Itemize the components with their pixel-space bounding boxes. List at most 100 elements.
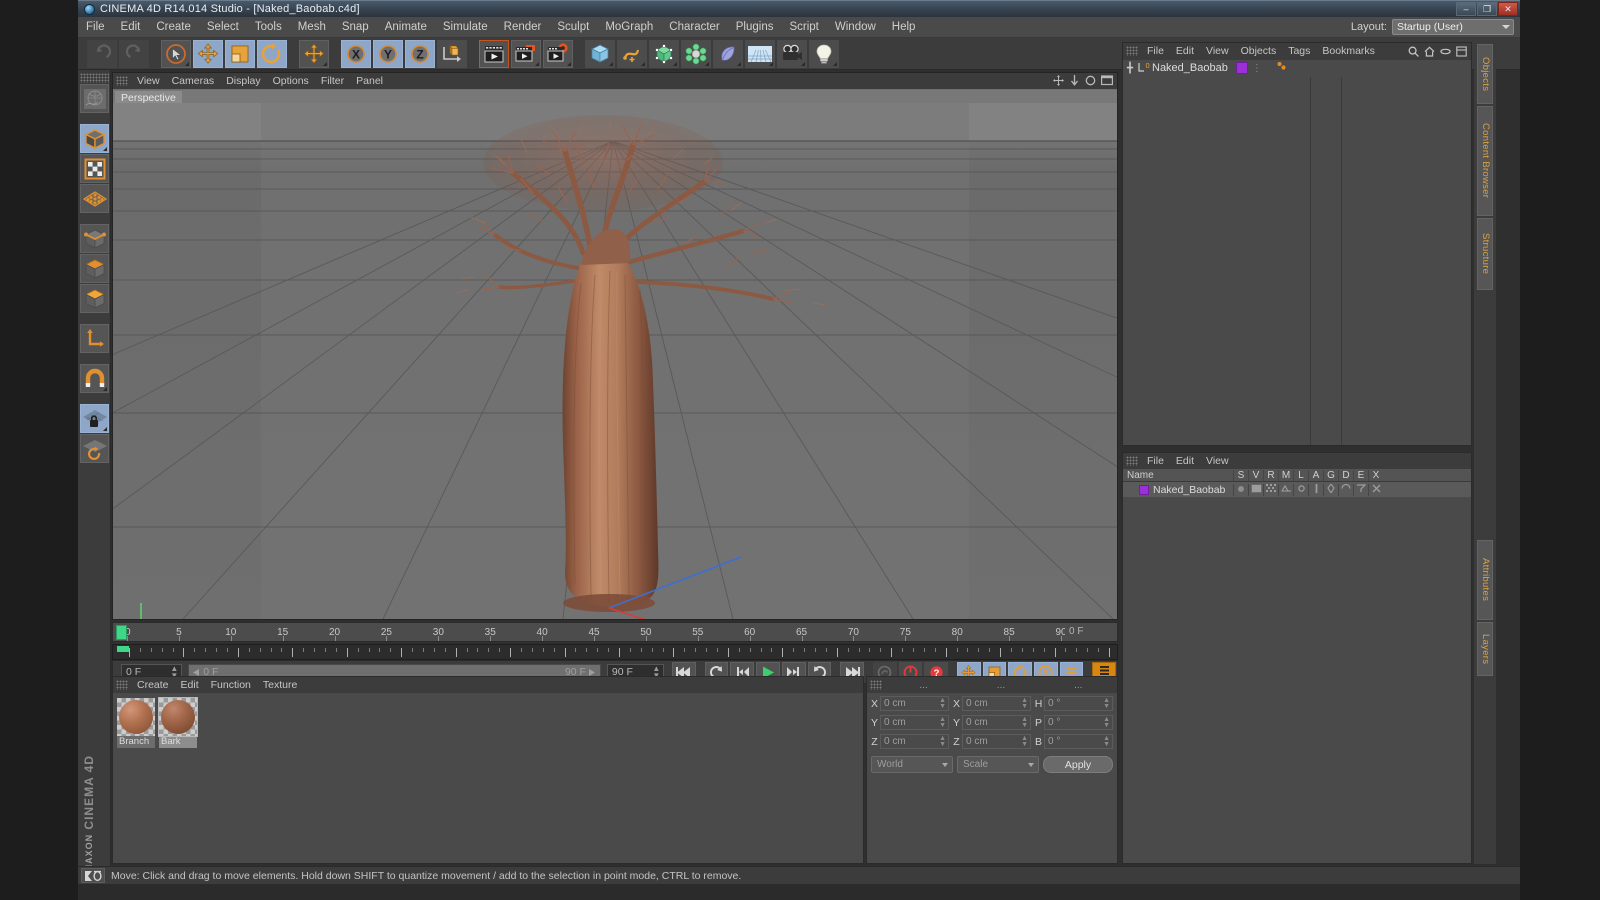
object-menu-file[interactable]: File [1141, 44, 1170, 58]
material-manager-grip[interactable] [116, 680, 128, 690]
make-editable-button[interactable] [80, 84, 109, 113]
material-menu-texture[interactable]: Texture [257, 678, 303, 692]
workplane-rotate-button[interactable] [80, 434, 109, 463]
spinner-icon[interactable]: ▲▼ [1021, 735, 1028, 748]
coordinate-mode-select[interactable]: Scale [957, 756, 1039, 773]
close-button[interactable]: ✕ [1498, 2, 1518, 16]
size-y-input[interactable]: 0 cm ▲ ▼ [962, 715, 1031, 730]
add-camera-button[interactable] [777, 39, 807, 68]
layer-cell-s[interactable] [1233, 483, 1248, 496]
live-selection-button[interactable] [161, 39, 191, 68]
object-dot-menu-icon[interactable]: ⋮ [1252, 63, 1262, 73]
powerslider[interactable] [112, 644, 1118, 660]
tab-objects[interactable]: Objects [1477, 44, 1493, 104]
material-menu-create[interactable]: Create [131, 678, 175, 692]
layer-cell-l[interactable] [1293, 483, 1308, 496]
powerslider-current-marker[interactable] [117, 646, 129, 652]
object-tag-swatch[interactable] [1235, 62, 1248, 74]
y-axis-button[interactable]: Y [373, 39, 403, 68]
move-mode-button[interactable] [299, 39, 329, 68]
tab-structure[interactable]: Structure [1477, 218, 1493, 290]
position-z-input[interactable]: 0 cm ▲ ▼ [880, 734, 949, 749]
spinner-icon[interactable]: ▲▼ [939, 697, 946, 710]
menu-snap[interactable]: Snap [334, 19, 377, 35]
layer-header-r[interactable]: R [1263, 469, 1278, 481]
layer-color-swatch[interactable] [1139, 484, 1149, 495]
edges-mode-button[interactable] [80, 224, 109, 253]
expand-toggle-icon[interactable]: ╋ [1127, 63, 1137, 74]
menu-mograph[interactable]: MoGraph [597, 19, 661, 35]
render-settings-button[interactable] [543, 39, 573, 68]
move-tool-button[interactable] [193, 39, 223, 68]
layer-cell-m[interactable] [1278, 483, 1293, 496]
object-manager-tree[interactable]: ╋ 0 Naked_Baobab ⋮ [1123, 60, 1471, 445]
window-titlebar[interactable]: CINEMA 4D R14.014 Studio - [Naked_Baobab… [78, 0, 1520, 17]
object-tree-row[interactable]: ╋ 0 Naked_Baobab ⋮ [1123, 60, 1471, 76]
spinner-icon[interactable]: ▲▼ [1103, 735, 1110, 748]
filter-icon[interactable] [1456, 46, 1467, 57]
viewport-3d-scene[interactable] [113, 103, 1117, 619]
layer-cell-v[interactable] [1248, 483, 1263, 496]
home-icon[interactable] [1424, 46, 1435, 57]
object-menu-view[interactable]: View [1200, 44, 1235, 58]
lock-workplane-button[interactable] [80, 404, 109, 433]
search-icon[interactable] [1408, 46, 1419, 57]
menu-script[interactable]: Script [781, 19, 826, 35]
menu-select[interactable]: Select [199, 19, 247, 35]
coordinate-system-select[interactable]: World [871, 756, 953, 773]
layer-cell-a[interactable] [1308, 483, 1323, 496]
material-menu-function[interactable]: Function [205, 678, 257, 692]
layer-manager-grip[interactable] [1126, 456, 1138, 466]
menu-create[interactable]: Create [148, 19, 199, 35]
object-name[interactable]: Naked_Baobab [1152, 62, 1228, 74]
material-preview[interactable] [158, 697, 198, 737]
object-menu-objects[interactable]: Objects [1235, 44, 1283, 58]
tab-attributes[interactable]: Attributes [1477, 540, 1493, 620]
menu-tools[interactable]: Tools [247, 19, 290, 35]
link-icon[interactable] [1440, 46, 1451, 57]
material-menu-edit[interactable]: Edit [175, 678, 205, 692]
spinner-icon[interactable]: ▲▼ [1021, 697, 1028, 710]
render-to-picture-viewer-button[interactable] [511, 39, 541, 68]
rotate-view-icon[interactable] [1085, 75, 1096, 86]
layer-header-v[interactable]: V [1248, 469, 1263, 481]
layer-header-x[interactable]: X [1368, 469, 1383, 481]
layer-name-cell[interactable]: Naked_Baobab [1123, 484, 1233, 496]
menu-sculpt[interactable]: Sculpt [549, 19, 597, 35]
minimize-button[interactable]: – [1456, 2, 1476, 16]
viewport-canvas[interactable] [113, 103, 1117, 619]
object-menu-bookmarks[interactable]: Bookmarks [1316, 44, 1381, 58]
layer-header-l[interactable]: L [1293, 469, 1308, 481]
timeline-ruler[interactable]: 0 5 10 15 20 25 30 35 40 45 50 55 60 65 70 75 80 85 90 0 F [112, 622, 1118, 642]
layer-cell-r[interactable] [1263, 483, 1278, 496]
add-deformer-button[interactable] [681, 39, 711, 68]
spinner-icon[interactable]: ▲▼ [1103, 697, 1110, 710]
object-menu-edit[interactable]: Edit [1170, 44, 1200, 58]
layer-cell-e[interactable] [1353, 483, 1368, 496]
menu-help[interactable]: Help [884, 19, 924, 35]
size-z-input[interactable]: 0 cm ▲ ▼ [962, 734, 1031, 749]
menu-render[interactable]: Render [496, 19, 550, 35]
layer-cell-d[interactable] [1338, 483, 1353, 496]
add-nurbs-generator-button[interactable] [649, 39, 679, 68]
layer-row[interactable]: Naked_Baobab [1123, 482, 1471, 497]
render-view-button[interactable] [479, 39, 509, 68]
x-axis-button[interactable]: X [341, 39, 371, 68]
redo-button[interactable] [119, 39, 149, 68]
axis-mode-button[interactable] [80, 324, 109, 353]
layer-menu-edit[interactable]: Edit [1170, 454, 1200, 468]
viewport-menu-panel[interactable]: Panel [350, 74, 389, 88]
material-item[interactable]: Branch [117, 698, 155, 748]
position-y-input[interactable]: 0 cm ▲ ▼ [880, 715, 949, 730]
menu-simulate[interactable]: Simulate [435, 19, 496, 35]
layer-header-a[interactable]: A [1308, 469, 1323, 481]
layer-header-g[interactable]: G [1323, 469, 1338, 481]
size-x-input[interactable]: 0 cm ▲ ▼ [962, 696, 1031, 711]
texture-mode-button[interactable] [80, 154, 109, 183]
world-coordinate-button[interactable] [437, 39, 467, 68]
polygons-mode-button[interactable] [80, 254, 109, 283]
undo-button[interactable] [87, 39, 117, 68]
rotate-tool-button[interactable] [257, 39, 287, 68]
material-preview[interactable] [117, 698, 155, 736]
add-cube-object-button[interactable] [585, 39, 615, 68]
